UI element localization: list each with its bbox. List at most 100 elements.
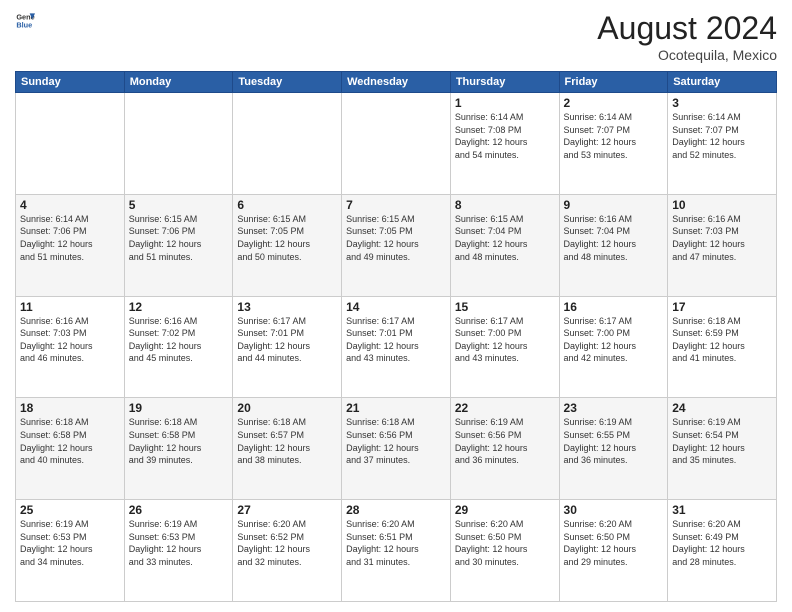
- day-number: 7: [346, 198, 446, 212]
- day-number: 28: [346, 503, 446, 517]
- calendar-cell: 26Sunrise: 6:19 AM Sunset: 6:53 PM Dayli…: [124, 500, 233, 602]
- title-area: August 2024 Ocotequila, Mexico: [597, 10, 777, 63]
- day-info: Sunrise: 6:14 AM Sunset: 7:07 PM Dayligh…: [564, 111, 664, 161]
- calendar-cell: 27Sunrise: 6:20 AM Sunset: 6:52 PM Dayli…: [233, 500, 342, 602]
- calendar-cell: 25Sunrise: 6:19 AM Sunset: 6:53 PM Dayli…: [16, 500, 125, 602]
- day-number: 13: [237, 300, 337, 314]
- header-row: Sunday Monday Tuesday Wednesday Thursday…: [16, 72, 777, 93]
- day-info: Sunrise: 6:19 AM Sunset: 6:56 PM Dayligh…: [455, 416, 555, 466]
- calendar-cell: [16, 93, 125, 195]
- week-row-1: 1Sunrise: 6:14 AM Sunset: 7:08 PM Daylig…: [16, 93, 777, 195]
- calendar-cell: 6Sunrise: 6:15 AM Sunset: 7:05 PM Daylig…: [233, 194, 342, 296]
- day-info: Sunrise: 6:14 AM Sunset: 7:08 PM Dayligh…: [455, 111, 555, 161]
- calendar-cell: 23Sunrise: 6:19 AM Sunset: 6:55 PM Dayli…: [559, 398, 668, 500]
- col-friday: Friday: [559, 72, 668, 93]
- day-info: Sunrise: 6:14 AM Sunset: 7:06 PM Dayligh…: [20, 213, 120, 263]
- calendar-cell: 11Sunrise: 6:16 AM Sunset: 7:03 PM Dayli…: [16, 296, 125, 398]
- calendar-cell: 10Sunrise: 6:16 AM Sunset: 7:03 PM Dayli…: [668, 194, 777, 296]
- calendar-cell: 13Sunrise: 6:17 AM Sunset: 7:01 PM Dayli…: [233, 296, 342, 398]
- day-number: 21: [346, 401, 446, 415]
- day-number: 17: [672, 300, 772, 314]
- calendar-cell: 20Sunrise: 6:18 AM Sunset: 6:57 PM Dayli…: [233, 398, 342, 500]
- day-number: 25: [20, 503, 120, 517]
- week-row-2: 4Sunrise: 6:14 AM Sunset: 7:06 PM Daylig…: [16, 194, 777, 296]
- day-info: Sunrise: 6:20 AM Sunset: 6:49 PM Dayligh…: [672, 518, 772, 568]
- col-sunday: Sunday: [16, 72, 125, 93]
- day-info: Sunrise: 6:17 AM Sunset: 7:01 PM Dayligh…: [237, 315, 337, 365]
- week-row-4: 18 Sunrise: 6:18 AM Sunset: 6:58 PM Dayli…: [16, 398, 777, 500]
- day-number: 19: [129, 401, 229, 415]
- day-info: Sunrise: 6:20 AM Sunset: 6:50 PM Dayligh…: [564, 518, 664, 568]
- day-number: 2: [564, 96, 664, 110]
- calendar-cell: [342, 93, 451, 195]
- calendar-cell: 18Sunrise: 6:18 AM Sunset: 6:58 PM Dayli…: [16, 398, 125, 500]
- day-number: 15: [455, 300, 555, 314]
- day-info: Sunrise: 6:19 AM Sunset: 6:54 PM Dayligh…: [672, 416, 772, 466]
- day-number: 11: [20, 300, 120, 314]
- calendar-table: Sunday Monday Tuesday Wednesday Thursday…: [15, 71, 777, 602]
- calendar-cell: 29Sunrise: 6:20 AM Sunset: 6:50 PM Dayli…: [450, 500, 559, 602]
- day-number: 16: [564, 300, 664, 314]
- day-info: Sunrise: 6:16 AM Sunset: 7:04 PM Dayligh…: [564, 213, 664, 263]
- calendar-cell: 3Sunrise: 6:14 AM Sunset: 7:07 PM Daylig…: [668, 93, 777, 195]
- day-number: 24: [672, 401, 772, 415]
- calendar-cell: 14Sunrise: 6:17 AM Sunset: 7:01 PM Dayli…: [342, 296, 451, 398]
- page: General Blue August 2024 Ocotequila, Mex…: [0, 0, 792, 612]
- day-number: 18: [20, 401, 120, 415]
- calendar-cell: [124, 93, 233, 195]
- day-info: Sunrise: 6:15 AM Sunset: 7:05 PM Dayligh…: [346, 213, 446, 263]
- day-number: 31: [672, 503, 772, 517]
- calendar-cell: 24Sunrise: 6:19 AM Sunset: 6:54 PM Dayli…: [668, 398, 777, 500]
- day-number: 26: [129, 503, 229, 517]
- calendar-cell: [233, 93, 342, 195]
- day-number: 29: [455, 503, 555, 517]
- col-wednesday: Wednesday: [342, 72, 451, 93]
- day-number: 14: [346, 300, 446, 314]
- calendar-cell: 21Sunrise: 6:18 AM Sunset: 6:56 PM Dayli…: [342, 398, 451, 500]
- day-info: Sunrise: 6:17 AM Sunset: 7:01 PM Dayligh…: [346, 315, 446, 365]
- calendar-cell: 28Sunrise: 6:20 AM Sunset: 6:51 PM Dayli…: [342, 500, 451, 602]
- day-number: 20: [237, 401, 337, 415]
- day-number: 8: [455, 198, 555, 212]
- day-info: Sunrise: 6:16 AM Sunset: 7:03 PM Dayligh…: [20, 315, 120, 365]
- day-number: 1: [455, 96, 555, 110]
- day-info: Sunrise: 6:18 AM Sunset: 6:57 PM Dayligh…: [237, 416, 337, 466]
- calendar-cell: 17Sunrise: 6:18 AM Sunset: 6:59 PM Dayli…: [668, 296, 777, 398]
- calendar-cell: 12Sunrise: 6:16 AM Sunset: 7:02 PM Dayli…: [124, 296, 233, 398]
- day-info: Sunrise: 6:20 AM Sunset: 6:52 PM Dayligh…: [237, 518, 337, 568]
- day-info: Sunrise: 6:16 AM Sunset: 7:03 PM Dayligh…: [672, 213, 772, 263]
- day-number: 6: [237, 198, 337, 212]
- day-info: Sunrise: 6:18 AM Sunset: 6:56 PM Dayligh…: [346, 416, 446, 466]
- calendar-cell: 2Sunrise: 6:14 AM Sunset: 7:07 PM Daylig…: [559, 93, 668, 195]
- day-number: 4: [20, 198, 120, 212]
- col-saturday: Saturday: [668, 72, 777, 93]
- calendar-cell: 1Sunrise: 6:14 AM Sunset: 7:08 PM Daylig…: [450, 93, 559, 195]
- day-number: 27: [237, 503, 337, 517]
- day-number: 22: [455, 401, 555, 415]
- day-info: Sunrise: 6:17 AM Sunset: 7:00 PM Dayligh…: [455, 315, 555, 365]
- day-info: Sunrise: 6:14 AM Sunset: 7:07 PM Dayligh…: [672, 111, 772, 161]
- day-info: Sunrise: 6:18 AM Sunset: 6:58 PM Dayligh…: [129, 416, 229, 466]
- day-info: Sunrise: 6:19 AM Sunset: 6:55 PM Dayligh…: [564, 416, 664, 466]
- day-info: Sunrise: 6:16 AM Sunset: 7:02 PM Dayligh…: [129, 315, 229, 365]
- day-info: Sunrise: 6:20 AM Sunset: 6:51 PM Dayligh…: [346, 518, 446, 568]
- calendar-cell: 19Sunrise: 6:18 AM Sunset: 6:58 PM Dayli…: [124, 398, 233, 500]
- header: General Blue August 2024 Ocotequila, Mex…: [15, 10, 777, 63]
- day-info: Sunrise: 6:19 AM Sunset: 6:53 PM Dayligh…: [20, 518, 120, 568]
- subtitle: Ocotequila, Mexico: [597, 47, 777, 63]
- day-info: Sunrise: 6:20 AM Sunset: 6:50 PM Dayligh…: [455, 518, 555, 568]
- calendar-cell: 5Sunrise: 6:15 AM Sunset: 7:06 PM Daylig…: [124, 194, 233, 296]
- calendar-cell: 30Sunrise: 6:20 AM Sunset: 6:50 PM Dayli…: [559, 500, 668, 602]
- logo: General Blue: [15, 10, 35, 30]
- col-monday: Monday: [124, 72, 233, 93]
- day-info: Sunrise: 6:19 AM Sunset: 6:53 PM Dayligh…: [129, 518, 229, 568]
- day-info: Sunrise: 6:15 AM Sunset: 7:04 PM Dayligh…: [455, 213, 555, 263]
- day-info: Sunrise: 6:18 AM Sunset: 6:59 PM Dayligh…: [672, 315, 772, 365]
- calendar-cell: 31Sunrise: 6:20 AM Sunset: 6:49 PM Dayli…: [668, 500, 777, 602]
- calendar-cell: 4Sunrise: 6:14 AM Sunset: 7:06 PM Daylig…: [16, 194, 125, 296]
- calendar-cell: 16Sunrise: 6:17 AM Sunset: 7:00 PM Dayli…: [559, 296, 668, 398]
- day-number: 5: [129, 198, 229, 212]
- day-info: Sunrise: 6:15 AM Sunset: 7:06 PM Dayligh…: [129, 213, 229, 263]
- day-number: 23: [564, 401, 664, 415]
- day-number: 10: [672, 198, 772, 212]
